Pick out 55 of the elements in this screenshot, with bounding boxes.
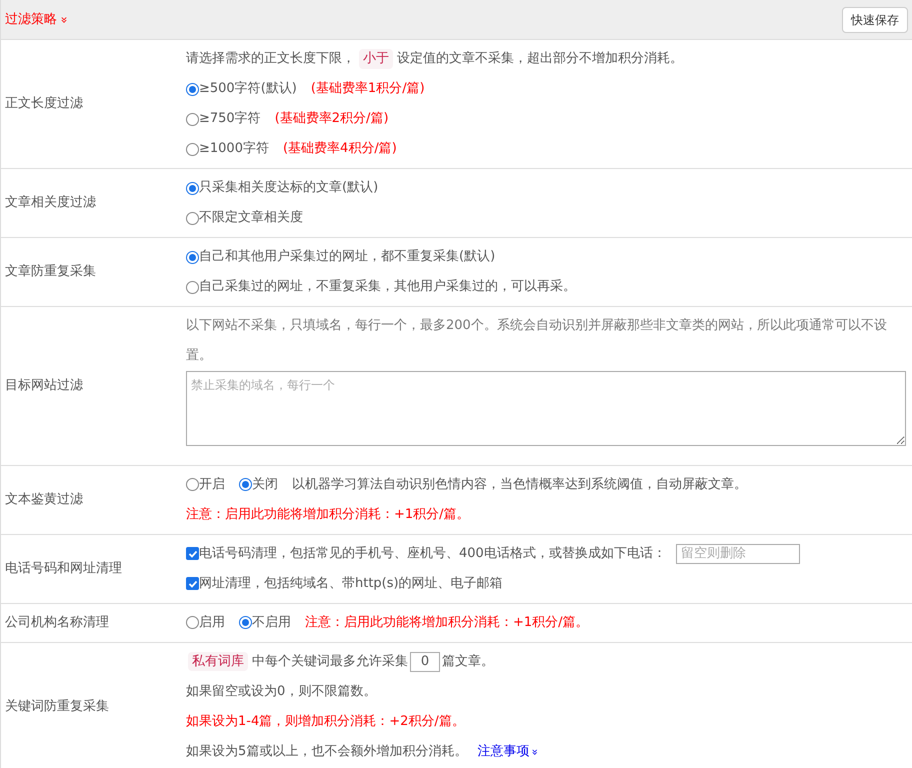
description-text: 设定值的文章不采集，超出部分不增加积分消耗。 [397,50,683,68]
keyword-tag: 私有词库 [188,652,248,672]
radio-option[interactable]: 开启 [186,474,225,494]
keyword-tag: 小于 [359,49,393,69]
checkbox-option[interactable]: 网址清理，包括纯域名、带http(s)的网址、电子邮箱 [186,574,503,594]
row-label: 文章防重复采集 [5,263,96,282]
radio-option[interactable]: 启用 [186,612,225,632]
description-text: 篇文章。 [442,652,494,671]
radio-button[interactable] [186,616,199,629]
row-label: 文本鉴黄过滤 [5,490,83,509]
radio-option[interactable]: ≥750字符 [186,109,261,129]
radio-option[interactable]: 不启用 [239,612,291,632]
description-text: 以机器学习算法自动识别色情内容，当色情概率达到系统阈值，自动屏蔽文章。 [292,476,747,494]
radio-button[interactable] [186,112,199,126]
row-label: 文章相关度过滤 [5,194,96,212]
radio-option[interactable]: 不限定文章相关度 [186,208,303,228]
radio-button[interactable] [186,212,199,224]
checkbox-option[interactable]: 电话号码清理，包括常见的手机号、座机号、400电话格式，或替换成如下电话： [186,544,666,564]
radio-option[interactable]: ≥500字符(默认) [186,79,297,99]
row-label: 电话号码和网址清理 [5,560,122,578]
radio-option[interactable]: 关闭 [239,474,278,494]
radio-option[interactable]: 只采集相关度达标的文章(默认) [186,178,378,198]
radio-button[interactable] [186,82,199,96]
warning-text: (基础费率1积分/篇) [310,80,425,98]
radio-option[interactable]: ≥1000字符 [186,139,269,159]
warning-text: 注意：启用此功能将增加积分消耗：+1积分/篇。 [186,506,470,524]
description-text: 请选择需求的正文长度下限， [186,50,355,68]
description-text: 以下网站不采集，只填域名，每行一个，最多200个。系统会自动识别并屏蔽那些非文章类的网站，所以此项通常可以不设置。 [186,318,887,363]
checkbox[interactable] [186,577,199,590]
radio-option[interactable]: 自己和其他用户采集过的网址，都不重复采集(默认) [186,247,496,267]
row-label: 关键词防重复采集 [5,698,109,716]
row-label: 公司机构名称清理 [5,614,109,632]
save-button[interactable]: 快速保存 [842,6,908,32]
radio-button[interactable] [239,616,252,629]
radio-option[interactable]: 自己采集过的网址，不重复采集，其他用户采集过的，可以再采。 [186,277,576,297]
radio-button[interactable] [239,478,252,491]
description-text: 如果设为5篇或以上，也不会额外增加积分消耗。 [186,742,468,761]
radio-button[interactable] [186,142,199,156]
warning-text: 注意：启用此功能将增加积分消耗：+1积分/篇。 [305,614,589,632]
notes-link[interactable]: 注意事项 » [477,742,538,762]
warning-text: (基础费率2积分/篇) [274,110,389,128]
domain-textarea[interactable]: 禁止采集的域名，每行一个 [186,371,906,446]
warning-text: (基础费率4积分/篇) [282,140,397,158]
radio-button[interactable] [186,280,199,294]
phone-input[interactable]: 留空则删除 [676,544,800,564]
row-label: 目标网站过滤 [5,377,83,395]
radio-button[interactable] [186,478,199,491]
description-text: 中每个关键词最多允许采集 [252,652,408,671]
radio-button[interactable] [186,250,199,264]
row-label: 正文长度过滤 [5,95,83,114]
radio-button[interactable] [186,182,199,194]
description-text: 如果留空或设为0，则不限篇数。 [186,682,376,701]
warning-text: 如果设为1-4篇，则增加积分消耗：+2积分/篇。 [186,712,465,731]
checkbox[interactable] [186,547,199,560]
count-input[interactable]: 0 [410,652,440,672]
